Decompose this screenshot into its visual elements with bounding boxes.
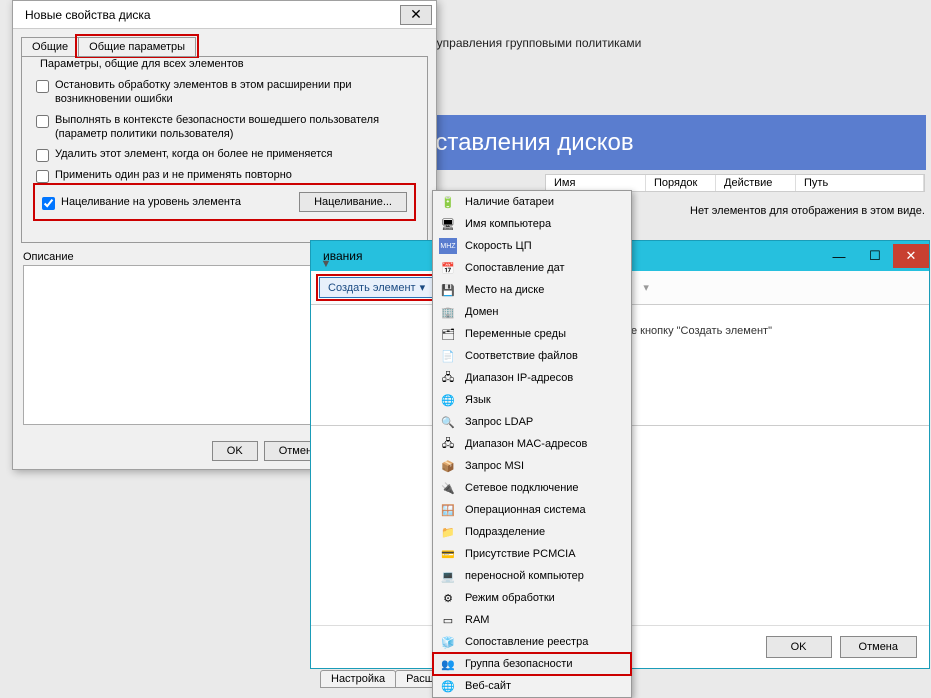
menu-item-security-group[interactable]: 👥Группа безопасности bbox=[433, 653, 631, 675]
menu-item-domain[interactable]: 🏢Домен bbox=[433, 301, 631, 323]
menu-item-file-match[interactable]: 📄Соответствие файлов bbox=[433, 345, 631, 367]
cb-apply-once[interactable] bbox=[36, 170, 49, 183]
cb-delete[interactable] bbox=[36, 149, 49, 162]
mac-icon: 🖧 bbox=[439, 436, 457, 452]
col-path[interactable]: Путь bbox=[796, 175, 924, 191]
menu-item-mac-range[interactable]: 🖧Диапазон MAC-адресов bbox=[433, 433, 631, 455]
domain-icon: 🏢 bbox=[439, 304, 457, 320]
footer-tabs: Настройка Расши bbox=[320, 670, 450, 688]
cancel-button[interactable]: Отмена bbox=[840, 636, 917, 658]
cb-target-label: Нацеливание на уровень элемента bbox=[61, 195, 241, 209]
tab-setup[interactable]: Настройка bbox=[320, 670, 396, 688]
menu-item-env-vars[interactable]: 🗂Переменные среды bbox=[433, 323, 631, 345]
blue-header: оставления дисков bbox=[410, 115, 926, 170]
chevron-down-icon: ▾ bbox=[420, 281, 426, 294]
env-icon: 🗂 bbox=[439, 326, 457, 342]
cb-del-label: Удалить этот элемент, когда он более не … bbox=[55, 147, 333, 161]
targeting-button[interactable]: Нацеливание... bbox=[299, 192, 407, 212]
menu-item-disk-space[interactable]: 💾Место на диске bbox=[433, 279, 631, 301]
ok-button[interactable]: OK bbox=[766, 636, 832, 658]
col-name[interactable]: Имя bbox=[546, 175, 646, 191]
menu-item-ram[interactable]: ▭RAM bbox=[433, 609, 631, 631]
connection-icon: 🔌 bbox=[439, 480, 457, 496]
group-label: Параметры, общие для всех элементов bbox=[36, 58, 248, 70]
network-icon: 🖧 bbox=[439, 370, 457, 386]
web-icon: 🌐 bbox=[439, 678, 457, 694]
group-icon: 👥 bbox=[439, 656, 457, 672]
tab-general[interactable]: Общие bbox=[21, 37, 79, 56]
minimize-button[interactable]: — bbox=[821, 244, 857, 268]
menu-item-cpu-speed[interactable]: MHZСкорость ЦП bbox=[433, 235, 631, 257]
menu-item-net-conn[interactable]: 🔌Сетевое подключение bbox=[433, 477, 631, 499]
menu-item-portable[interactable]: 💻переносной компьютер bbox=[433, 565, 631, 587]
menu-item-proc-mode[interactable]: ⚙Режим обработки bbox=[433, 587, 631, 609]
targeting-row: Нацеливание на уровень элемента Нацелива… bbox=[36, 186, 413, 218]
dialog-titlebar[interactable]: Новые свойства диска ✕ bbox=[13, 1, 436, 29]
menu-item-date-match[interactable]: 📅Сопоставление дат bbox=[433, 257, 631, 279]
menu-item-pcmcia[interactable]: 💳Присутствие PCMCIA bbox=[433, 543, 631, 565]
filter-icon: ▼ bbox=[316, 254, 336, 274]
menu-item-ldap-query[interactable]: 🔍Запрос LDAP bbox=[433, 411, 631, 433]
menu-item-computer-name[interactable]: 🖥Имя компьютера bbox=[433, 213, 631, 235]
cb-stop-label: Остановить обработку элементов в этом ра… bbox=[55, 78, 413, 107]
create-item-menu: 🔋Наличие батареи 🖥Имя компьютера MHZСкор… bbox=[432, 190, 632, 698]
laptop-icon: 💻 bbox=[439, 568, 457, 584]
battery-icon: 🔋 bbox=[439, 194, 457, 210]
create-item-button[interactable]: Создать элемент ▾ bbox=[319, 277, 434, 298]
menu-item-language[interactable]: 🌐Язык bbox=[433, 389, 631, 411]
tab-common-params[interactable]: Общие параметры bbox=[78, 37, 196, 56]
cb-user-context[interactable] bbox=[36, 115, 49, 128]
ram-icon: ▭ bbox=[439, 612, 457, 628]
ok-button[interactable]: OK bbox=[212, 441, 258, 461]
gpmc-title: ор управления групповыми политиками bbox=[420, 36, 641, 50]
menu-item-website[interactable]: 🌐Веб-сайт bbox=[433, 675, 631, 697]
menu-item-ip-range[interactable]: 🖧Диапазон IP-адресов bbox=[433, 367, 631, 389]
pcmcia-icon: 💳 bbox=[439, 546, 457, 562]
menu-item-battery[interactable]: 🔋Наличие батареи bbox=[433, 191, 631, 213]
cpu-icon: MHZ bbox=[439, 238, 457, 254]
registry-icon: 🧊 bbox=[439, 634, 457, 650]
computer-icon: 🖥 bbox=[439, 216, 457, 232]
cb-item-targeting[interactable] bbox=[42, 197, 55, 210]
ou-icon: 📁 bbox=[439, 524, 457, 540]
ldap-icon: 🔍 bbox=[439, 414, 457, 430]
maximize-button[interactable]: ☐ bbox=[857, 244, 893, 268]
process-icon: ⚙ bbox=[439, 590, 457, 606]
cb-ctx-label: Выполнять в контексте безопасности вошед… bbox=[55, 113, 413, 142]
cb-once-label: Применить один раз и не применять повтор… bbox=[55, 168, 292, 182]
col-order[interactable]: Порядок bbox=[646, 175, 716, 191]
menu-item-os[interactable]: 🪟Операционная система bbox=[433, 499, 631, 521]
file-icon: 📄 bbox=[439, 348, 457, 364]
menu-item-registry[interactable]: 🧊Сопоставление реестра bbox=[433, 631, 631, 653]
close-button[interactable]: ✕ bbox=[893, 244, 929, 268]
disk-icon: 💾 bbox=[439, 282, 457, 298]
os-icon: 🪟 bbox=[439, 502, 457, 518]
chevron-down-icon: ▾ bbox=[643, 281, 649, 294]
col-action[interactable]: Действие bbox=[716, 175, 796, 191]
empty-message: Нет элементов для отображения в этом вид… bbox=[690, 205, 925, 217]
close-button[interactable]: ✕ bbox=[400, 5, 432, 25]
dialog-title: Новые свойства диска bbox=[25, 8, 151, 22]
globe-icon: 🌐 bbox=[439, 392, 457, 408]
tab-content: Параметры, общие для всех элементов Оста… bbox=[21, 56, 428, 243]
cb-stop-on-error[interactable] bbox=[36, 80, 49, 93]
common-params-group: Параметры, общие для всех элементов Оста… bbox=[30, 65, 419, 226]
calendar-icon: 📅 bbox=[439, 260, 457, 276]
msi-icon: 📦 bbox=[439, 458, 457, 474]
menu-item-ou[interactable]: 📁Подразделение bbox=[433, 521, 631, 543]
menu-item-msi-query[interactable]: 📦Запрос MSI bbox=[433, 455, 631, 477]
